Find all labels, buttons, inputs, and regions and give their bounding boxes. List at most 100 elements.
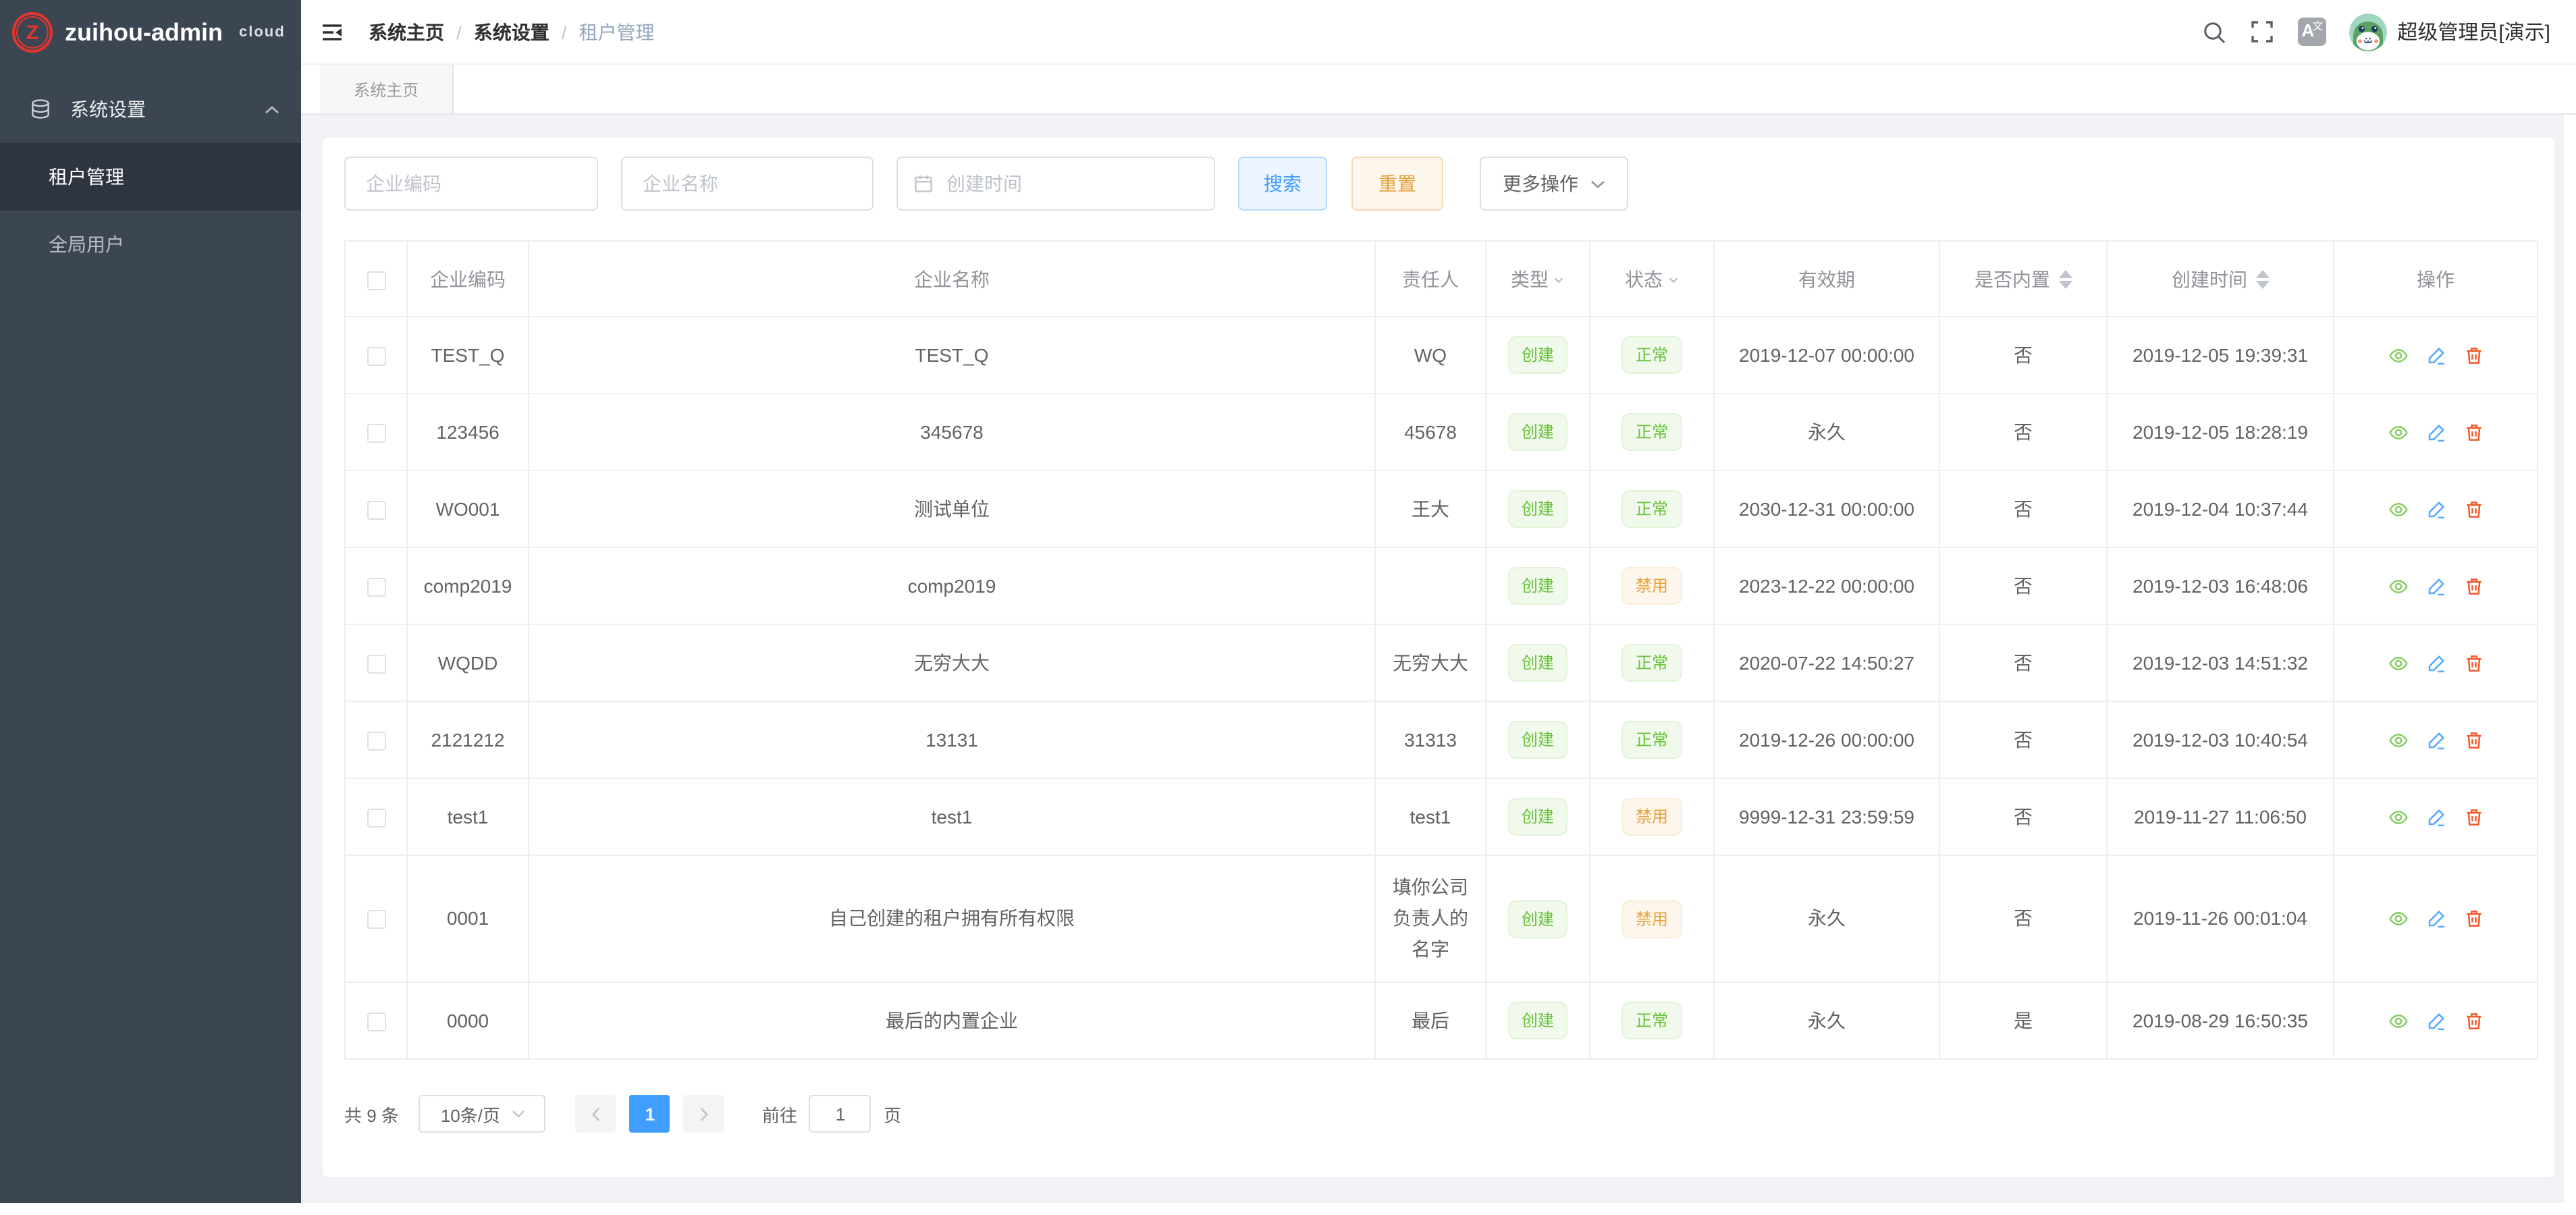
translate-icon[interactable]: A 文 bbox=[2297, 18, 2326, 46]
eye-icon[interactable] bbox=[2388, 653, 2408, 673]
reset-button[interactable]: 重置 bbox=[1351, 157, 1443, 211]
scrollbar-track[interactable] bbox=[2564, 115, 2576, 1203]
cell-owner bbox=[1375, 547, 1486, 624]
sidebar-item-normal[interactable]: 全局用户 bbox=[0, 211, 301, 278]
company-name-input[interactable] bbox=[621, 157, 874, 211]
expire-date: 2019-12-26 00:00:00 bbox=[1739, 728, 1914, 750]
cell-name: TEST_Q bbox=[529, 317, 1375, 394]
column-header-select[interactable] bbox=[345, 241, 407, 317]
company-code-input[interactable] bbox=[344, 157, 598, 211]
eye-icon[interactable] bbox=[2388, 499, 2408, 519]
edit-icon[interactable] bbox=[2425, 1010, 2446, 1031]
avatar[interactable] bbox=[2349, 13, 2386, 51]
search-button[interactable]: 搜索 bbox=[1238, 157, 1327, 211]
sort-desc-icon[interactable] bbox=[2255, 280, 2269, 288]
type-badge: 创建 bbox=[1508, 1002, 1567, 1040]
trash-icon[interactable] bbox=[2463, 345, 2484, 365]
company-code: test1 bbox=[448, 805, 489, 827]
column-header-status[interactable]: 状态 bbox=[1590, 241, 1714, 317]
sidebar-menu: 系统设置 租户管理全局用户 bbox=[0, 65, 301, 278]
sort-asc-icon[interactable] bbox=[2255, 269, 2269, 277]
edit-icon[interactable] bbox=[2425, 653, 2446, 673]
builtin-flag: 否 bbox=[2014, 497, 2033, 519]
eye-icon[interactable] bbox=[2388, 730, 2408, 750]
edit-icon[interactable] bbox=[2425, 807, 2446, 827]
next-page-button[interactable] bbox=[684, 1095, 724, 1133]
eye-icon[interactable] bbox=[2388, 807, 2408, 827]
user-name[interactable]: 超级管理员[演示] bbox=[2397, 18, 2550, 46]
company-code: TEST_Q bbox=[431, 344, 505, 365]
cell-builtin: 否 bbox=[1939, 317, 2107, 394]
filter-caret-icon[interactable] bbox=[1553, 274, 1565, 286]
goto-page-input[interactable] bbox=[809, 1095, 871, 1133]
column-header-created[interactable]: 创建时间 bbox=[2107, 241, 2334, 317]
page-number-current[interactable]: 1 bbox=[630, 1095, 670, 1133]
row-checkbox[interactable] bbox=[367, 809, 385, 828]
create-time-input[interactable]: 创建时间 bbox=[896, 157, 1215, 211]
row-checkbox[interactable] bbox=[367, 1013, 385, 1031]
sort-desc-icon[interactable] bbox=[2058, 280, 2072, 288]
row-checkbox[interactable] bbox=[367, 501, 385, 520]
tenant-table: 企业编码企业名称责任人类型状态有效期是否内置创建时间操作 TEST_Q TEST_… bbox=[344, 240, 2538, 1060]
search-icon[interactable] bbox=[2201, 20, 2226, 44]
edit-icon[interactable] bbox=[2425, 422, 2446, 442]
trash-icon[interactable] bbox=[2463, 1010, 2484, 1031]
edit-icon[interactable] bbox=[2425, 909, 2446, 929]
sort-asc-icon[interactable] bbox=[2058, 269, 2072, 277]
breadcrumb-item[interactable]: 系统主页 bbox=[369, 18, 444, 45]
builtin-flag: 否 bbox=[2014, 728, 2033, 750]
prev-page-button[interactable] bbox=[576, 1095, 616, 1133]
trash-icon[interactable] bbox=[2463, 730, 2484, 750]
tab-home[interactable]: 系统主页 bbox=[320, 65, 454, 113]
column-header-type[interactable]: 类型 bbox=[1486, 241, 1590, 317]
sort-icons[interactable] bbox=[2255, 269, 2269, 288]
breadcrumb-item[interactable]: 系统设置 bbox=[474, 18, 549, 45]
filter-caret-icon[interactable] bbox=[1667, 274, 1679, 286]
eye-icon[interactable] bbox=[2388, 1010, 2408, 1031]
edit-icon[interactable] bbox=[2425, 345, 2446, 365]
column-header-builtin[interactable]: 是否内置 bbox=[1939, 241, 2107, 317]
eye-icon[interactable] bbox=[2388, 345, 2408, 365]
fullscreen-icon[interactable] bbox=[2250, 20, 2273, 43]
trash-icon[interactable] bbox=[2463, 422, 2484, 442]
row-checkbox[interactable] bbox=[367, 347, 385, 366]
more-actions-button[interactable]: 更多操作 bbox=[1480, 157, 1628, 211]
table-row: 12345634567845678创建正常永久否2019-12-05 18:28… bbox=[345, 394, 2538, 470]
row-checkbox[interactable] bbox=[367, 578, 385, 597]
cell-owner: 王大 bbox=[1375, 470, 1486, 547]
owner-name: 最后 bbox=[1412, 1009, 1449, 1031]
sort-icons[interactable] bbox=[2058, 269, 2072, 288]
company-name: test1 bbox=[932, 805, 973, 827]
cell-owner: 45678 bbox=[1375, 394, 1486, 470]
page-size-select[interactable]: 10条/页 bbox=[419, 1095, 546, 1133]
trash-icon[interactable] bbox=[2463, 909, 2484, 929]
cell-status: 正常 bbox=[1590, 701, 1714, 778]
eye-icon[interactable] bbox=[2388, 422, 2408, 442]
edit-icon[interactable] bbox=[2425, 730, 2446, 750]
row-checkbox[interactable] bbox=[367, 655, 385, 674]
eye-icon[interactable] bbox=[2388, 576, 2408, 596]
row-checkbox[interactable] bbox=[367, 424, 385, 443]
select-all-checkbox[interactable] bbox=[367, 271, 385, 290]
builtin-flag: 否 bbox=[2014, 574, 2033, 596]
expire-date: 2019-12-07 00:00:00 bbox=[1739, 344, 1914, 365]
sidebar-fold-icon[interactable] bbox=[319, 18, 346, 45]
company-code: WQDD bbox=[438, 651, 498, 673]
trash-icon[interactable] bbox=[2463, 499, 2484, 519]
eye-icon[interactable] bbox=[2388, 909, 2408, 929]
trash-icon[interactable] bbox=[2463, 807, 2484, 827]
column-header-name: 企业名称 bbox=[529, 241, 1375, 317]
edit-icon[interactable] bbox=[2425, 499, 2446, 519]
sidebar-group-system-settings[interactable]: 系统设置 bbox=[0, 76, 301, 143]
row-checkbox[interactable] bbox=[367, 732, 385, 751]
sidebar-item-active[interactable]: 租户管理 bbox=[0, 143, 301, 211]
app-title: zuihou-admin bbox=[65, 18, 223, 47]
trash-icon[interactable] bbox=[2463, 576, 2484, 596]
row-checkbox[interactable] bbox=[367, 911, 385, 929]
logo: Z zuihou-admin cloud bbox=[0, 0, 301, 65]
edit-icon[interactable] bbox=[2425, 576, 2446, 596]
row-actions bbox=[2348, 422, 2523, 442]
table-header-row: 企业编码企业名称责任人类型状态有效期是否内置创建时间操作 bbox=[345, 241, 2538, 317]
status-badge: 禁用 bbox=[1622, 567, 1682, 605]
trash-icon[interactable] bbox=[2463, 653, 2484, 673]
